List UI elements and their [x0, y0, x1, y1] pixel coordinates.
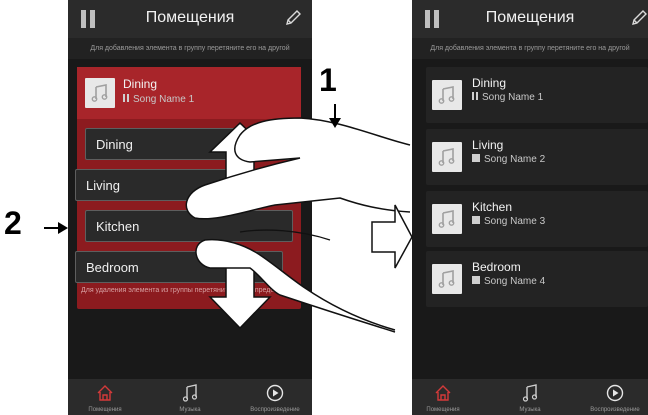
callout-2-label: 2 [4, 205, 22, 241]
hand-upper-icon [185, 117, 411, 220]
callout-1-label: 1 [319, 62, 337, 98]
transition-arrow-icon [371, 204, 413, 269]
